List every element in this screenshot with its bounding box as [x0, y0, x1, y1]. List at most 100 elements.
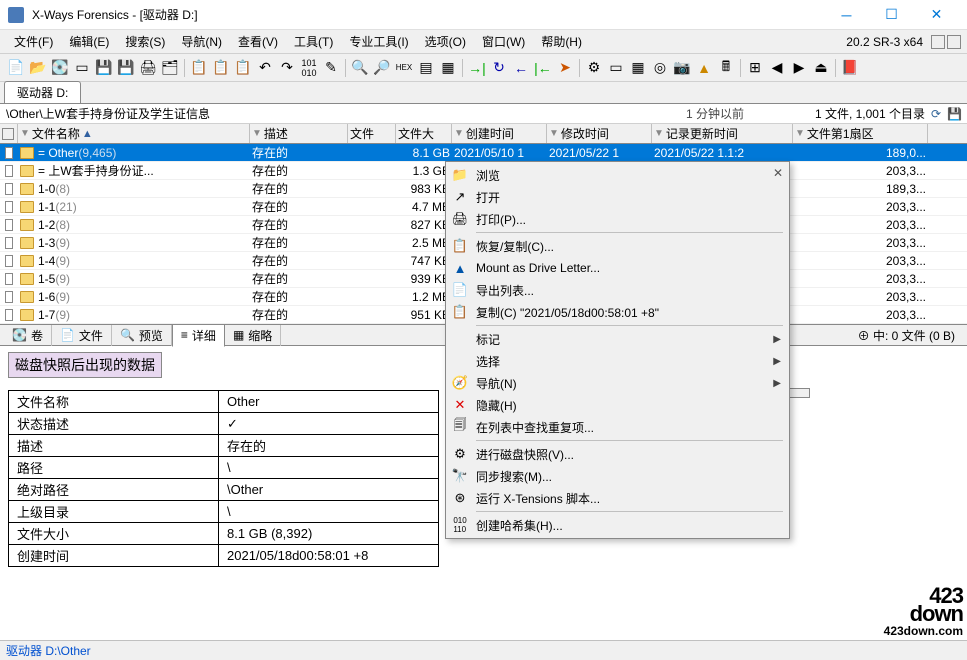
menu-tools[interactable]: 工具(T) [286, 31, 341, 52]
row-checkbox[interactable] [5, 219, 13, 231]
cm-open[interactable]: ↗打开 [448, 186, 787, 208]
cm-snapshot[interactable]: ⚙进行磁盘快照(V)... [448, 443, 787, 465]
clip-icon[interactable]: 📋 [233, 58, 253, 78]
redo2-icon[interactable]: ↻ [489, 58, 509, 78]
tab-file[interactable]: 📄文件 [52, 325, 112, 346]
maximize-button[interactable]: ☐ [869, 0, 914, 30]
cm-browse[interactable]: 📁浏览 [448, 164, 787, 186]
find-icon[interactable]: 🔍 [350, 58, 370, 78]
tab-drive-d[interactable]: 驱动器 D: [4, 81, 81, 103]
back-icon[interactable]: ← [511, 58, 531, 78]
filter-icon[interactable]: ▤ [416, 58, 436, 78]
print-icon[interactable]: 🖨 [138, 58, 158, 78]
book-icon[interactable]: 📕 [840, 58, 860, 78]
search2-icon[interactable]: 🔎 [372, 58, 392, 78]
refresh-icon[interactable]: ⟳ [931, 107, 945, 121]
cm-mount[interactable]: ▲Mount as Drive Letter... [448, 257, 787, 279]
row-checkbox[interactable] [5, 147, 13, 159]
play-back-icon[interactable]: ◀ [767, 58, 787, 78]
cm-hide[interactable]: ✕隐藏(H) [448, 394, 787, 416]
flag-icon[interactable]: ▲ [694, 58, 714, 78]
cell-size: 983 KB [396, 180, 452, 197]
cm-print[interactable]: 🖨打印(P)... [448, 208, 787, 230]
cm-finddup[interactable]: 🗐在列表中查找重复项... [448, 416, 787, 438]
row-checkbox[interactable] [5, 255, 13, 267]
cm-tag[interactable]: 标记▶ [448, 328, 787, 350]
close-button[interactable]: ✕ [914, 0, 959, 30]
cell-file [348, 162, 396, 179]
menu-search[interactable]: 搜索(S) [117, 31, 173, 52]
cm-nav[interactable]: 🧭导航(N)▶ [448, 372, 787, 394]
open-icon[interactable]: 📂 [28, 58, 48, 78]
menu-file[interactable]: 文件(F) [6, 31, 61, 52]
cm-hashset[interactable]: 010110创建哈希集(H)... [448, 514, 787, 536]
col-file[interactable]: 文件 [348, 124, 396, 143]
copy-icon[interactable]: 📋 [189, 58, 209, 78]
col-filename[interactable]: ▼文件名称▲ [18, 124, 250, 143]
col-ctime[interactable]: ▼创建时间 [452, 124, 547, 143]
redo-icon[interactable]: ↷ [277, 58, 297, 78]
menu-help[interactable]: 帮助(H) [533, 31, 590, 52]
row-checkbox[interactable] [5, 273, 13, 285]
ram-icon[interactable]: ▭ [72, 58, 92, 78]
col-sector[interactable]: ▼文件第1扇区 [793, 124, 928, 143]
cell-desc: 存在的 [250, 180, 348, 197]
cm-select[interactable]: 选择▶ [448, 350, 787, 372]
cm-xtension[interactable]: ⊛运行 X-Tensions 脚本... [448, 487, 787, 509]
case-icon[interactable]: 🗂 [160, 58, 180, 78]
col-desc[interactable]: ▼描述 [250, 124, 348, 143]
row-checkbox[interactable] [5, 201, 13, 213]
grid-icon[interactable]: ⊞ [745, 58, 765, 78]
tab-thumb[interactable]: ▦缩略 [225, 325, 281, 346]
col-size[interactable]: 文件大 [396, 124, 452, 143]
save-icon[interactable]: 💾 [94, 58, 114, 78]
copy-icon: 📋 [452, 304, 468, 320]
col-checkbox[interactable] [0, 124, 18, 143]
chip-icon[interactable]: ▦ [628, 58, 648, 78]
menu-view[interactable]: 查看(V) [230, 31, 286, 52]
minimize-button[interactable]: ─ [824, 0, 869, 30]
play-fwd-icon[interactable]: ▶ [789, 58, 809, 78]
menu-edit[interactable]: 编辑(E) [61, 31, 117, 52]
menu-nav[interactable]: 导航(N) [173, 31, 230, 52]
gear-icon[interactable]: ⚙ [584, 58, 604, 78]
cpu-icon[interactable]: ▭ [606, 58, 626, 78]
paste-icon[interactable]: 📋 [211, 58, 231, 78]
write-icon[interactable]: ✎ [321, 58, 341, 78]
target-icon[interactable]: ◎ [650, 58, 670, 78]
undo-icon[interactable]: ↶ [255, 58, 275, 78]
row-checkbox[interactable] [5, 183, 13, 195]
cm-recover[interactable]: 📋恢复/复制(C)... [448, 235, 787, 257]
cm-copy[interactable]: 📋复制(C) "2021/05/18d00:58:01 +8" [448, 301, 787, 323]
col-mtime[interactable]: ▼修改时间 [547, 124, 652, 143]
row-checkbox[interactable] [5, 291, 13, 303]
menu-protools[interactable]: 专业工具(I) [341, 31, 416, 52]
tab-volume[interactable]: 💽卷 [4, 325, 52, 346]
row-checkbox[interactable] [5, 237, 13, 249]
save-snapshot-icon[interactable]: 💾 [947, 107, 961, 121]
calc-icon[interactable]: 🖩 [716, 58, 736, 78]
arrow-right-icon[interactable]: ➤ [555, 58, 575, 78]
eject-icon[interactable]: ⏏ [811, 58, 831, 78]
binary-icon[interactable]: 101010 [299, 58, 319, 78]
go-left-icon[interactable]: |← [533, 58, 553, 78]
menu-window[interactable]: 窗口(W) [474, 31, 533, 52]
close-child-icon[interactable] [947, 35, 961, 49]
list-icon[interactable]: ▦ [438, 58, 458, 78]
row-checkbox[interactable] [5, 309, 13, 321]
go-right-icon[interactable]: →| [467, 58, 487, 78]
row-checkbox[interactable] [5, 165, 13, 177]
table-row[interactable]: = Other (9,465) 存在的 8.1 GB 2021/05/10 1 … [0, 144, 967, 162]
tab-details[interactable]: ≡详细 [172, 324, 225, 347]
tab-preview[interactable]: 🔍预览 [112, 325, 172, 346]
menu-options[interactable]: 选项(O) [417, 31, 474, 52]
hex-icon[interactable]: HEX [394, 58, 414, 78]
new-icon[interactable]: 📄 [6, 58, 26, 78]
cm-simsearch[interactable]: 🔭同步搜索(M)... [448, 465, 787, 487]
disk-icon[interactable]: 💽 [50, 58, 70, 78]
saveall-icon[interactable]: 💾 [116, 58, 136, 78]
col-rtime[interactable]: ▼记录更新时间 [652, 124, 793, 143]
camera-icon[interactable]: 📷 [672, 58, 692, 78]
cm-export[interactable]: 📄导出列表... [448, 279, 787, 301]
restore-icon[interactable] [931, 35, 945, 49]
